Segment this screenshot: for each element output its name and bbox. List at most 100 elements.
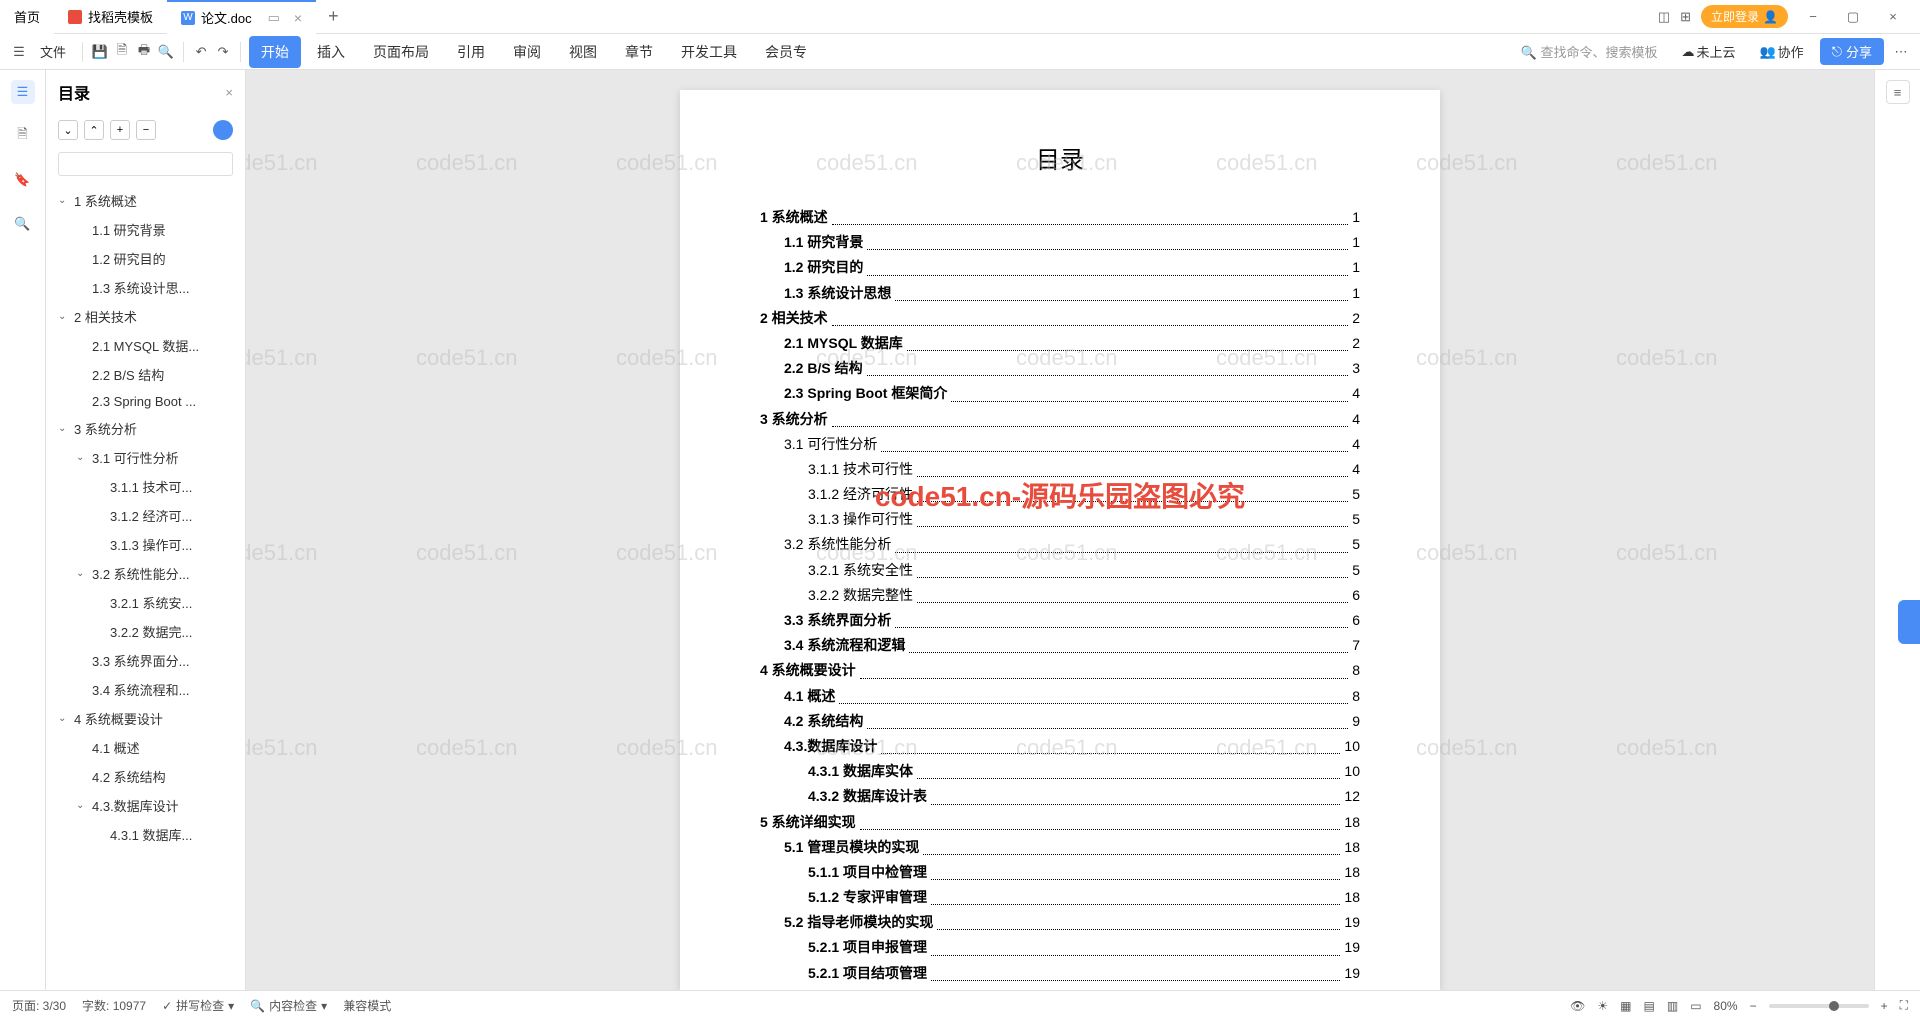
watermark: code51.cn [1616,345,1718,371]
menu-view[interactable]: 视图 [557,36,609,68]
word-count[interactable]: 字数: 10977 [82,997,146,1014]
toc-entry: 1 系统概述1 [760,205,1360,230]
tab-home[interactable]: 首页 [0,0,54,34]
collapse-all-icon[interactable]: ⌄ [58,120,78,140]
save-as-icon[interactable]: 🗎 [113,43,131,61]
outline-item[interactable]: ⌄1 系统概述 [46,186,245,215]
outline-item[interactable]: 2.2 B/S 结构 [46,360,245,389]
more-icon[interactable]: ⋯ [1892,43,1910,61]
toc-entry: 2.1 MYSQL 数据库2 [760,331,1360,356]
expand-all-icon[interactable]: ⌃ [84,120,104,140]
view-mode-icon[interactable]: 👁 [1570,999,1585,1013]
menu-icon[interactable]: ☰ [10,43,28,61]
outline-item[interactable]: 1.2 研究目的 [46,244,245,273]
menu-member[interactable]: 会员专 [753,36,819,68]
search-rail-icon[interactable]: 🔍 [11,212,35,236]
file-menu[interactable]: 文件 [32,38,74,65]
outline-item[interactable]: 4.3.1 数据库... [46,820,245,849]
tab-templates[interactable]: 找稻壳模板 [54,0,167,34]
menu-devtools[interactable]: 开发工具 [669,36,749,68]
outline-item[interactable]: 3.1.2 经济可... [46,501,245,530]
toc-entry: 3.3 系统界面分析6 [760,608,1360,633]
share-button[interactable]: ⎋ 分享 [1820,38,1884,65]
document-area[interactable]: 目录 1 系统概述11.1 研究背景11.2 研究目的11.3 系统设计思想12… [246,70,1874,990]
add-icon[interactable]: + [110,120,130,140]
toc-entry: 3.2.2 数据完整性6 [760,583,1360,608]
page-indicator[interactable]: 页面: 3/30 [12,997,66,1014]
outline-item[interactable]: 4.2 系统结构 [46,762,245,791]
close-window-button[interactable]: × [1878,2,1908,32]
layout-icon[interactable]: ◫ [1658,9,1670,25]
pages-icon[interactable]: 🗎 [11,124,35,148]
login-button[interactable]: 立即登录👤 [1701,5,1788,28]
split-icon[interactable]: ▭ [268,10,280,26]
new-tab-button[interactable]: + [316,6,351,27]
toc-entry: 3.2.1 系统安全性5 [760,558,1360,583]
collab-button[interactable]: 👥 协作 [1751,38,1811,65]
redo-icon[interactable]: ↷ [214,43,232,61]
outline-icon[interactable]: ☰ [11,80,35,104]
menu-start[interactable]: 开始 [249,36,301,68]
outline-item[interactable]: 1.1 研究背景 [46,215,245,244]
menu-chapter[interactable]: 章节 [613,36,665,68]
outline-item[interactable]: 3.1.1 技术可... [46,472,245,501]
watermark: code51.cn [246,150,318,176]
toc-entry: 5.2 指导老师模块的实现19 [760,910,1360,935]
outline-item[interactable]: ⌄3 系统分析 [46,414,245,443]
fullscreen-icon[interactable]: ⛶ [1900,998,1908,1013]
remove-icon[interactable]: − [136,120,156,140]
outline-item[interactable]: ⌄3.1 可行性分析 [46,443,245,472]
spell-check[interactable]: ✓ 拼写检查 ▾ [162,997,234,1014]
zoom-in-icon[interactable]: + [1881,999,1888,1013]
outline-item[interactable]: 4.1 概述 [46,733,245,762]
preview-icon[interactable]: 🔍 [157,43,175,61]
cloud-status[interactable]: ☁ 未上云 [1673,38,1743,65]
toc-entry: 2.2 B/S 结构3 [760,356,1360,381]
sync-icon[interactable] [213,120,233,140]
bookmark-icon[interactable]: 🔖 [11,168,35,192]
menu-review[interactable]: 审阅 [501,36,553,68]
menu-reference[interactable]: 引用 [445,36,497,68]
settings-icon[interactable]: ≡ [1886,80,1910,104]
close-icon[interactable]: × [294,10,302,26]
close-panel-icon[interactable]: × [225,85,233,100]
zoom-slider[interactable] [1769,1004,1869,1008]
layout3-icon[interactable]: ▥ [1667,999,1678,1013]
outline-item[interactable]: ⌄2 相关技术 [46,302,245,331]
outline-item[interactable]: ⌄4 系统概要设计 [46,704,245,733]
user-icon: 👤 [1763,10,1778,24]
zoom-value[interactable]: 80% [1714,999,1738,1013]
layout1-icon[interactable]: ▦ [1620,999,1631,1013]
command-search[interactable]: 🔍 查找命令、搜索模板 [1513,38,1666,65]
outline-item[interactable]: 2.3 Spring Boot ... [46,389,245,414]
toc-entry: 3.4 系统流程和逻辑7 [760,633,1360,658]
content-check[interactable]: 🔍 内容检查 ▾ [250,997,327,1014]
menu-insert[interactable]: 插入 [305,36,357,68]
outline-item[interactable]: 3.3 系统界面分... [46,646,245,675]
menu-layout[interactable]: 页面布局 [361,36,441,68]
watermark: code51.cn [416,150,518,176]
layout4-icon[interactable]: ▭ [1690,999,1701,1013]
minimize-button[interactable]: − [1798,2,1828,32]
outline-item[interactable]: 1.3 系统设计思... [46,273,245,302]
zoom-out-icon[interactable]: − [1750,999,1757,1013]
outline-search-input[interactable] [58,152,233,176]
print-icon[interactable]: 🖶 [135,43,153,61]
toc-entry: 1.3 系统设计思想1 [760,281,1360,306]
layout2-icon[interactable]: ▤ [1644,999,1655,1013]
maximize-button[interactable]: ▢ [1838,2,1868,32]
outline-item[interactable]: 3.4 系统流程和... [46,675,245,704]
save-icon[interactable]: 💾 [91,43,109,61]
outline-item[interactable]: 3.2.1 系统安... [46,588,245,617]
outline-item[interactable]: ⌄4.3.数据库设计 [46,791,245,820]
compat-mode[interactable]: 兼容模式 [343,997,391,1014]
outline-item[interactable]: ⌄3.2 系统性能分... [46,559,245,588]
outline-item[interactable]: 3.2.2 数据完... [46,617,245,646]
right-flyout-tab[interactable] [1898,600,1920,644]
apps-icon[interactable]: ⊞ [1680,9,1691,25]
tab-document[interactable]: W论文.doc▭× [167,0,316,34]
outline-item[interactable]: 3.1.3 操作可... [46,530,245,559]
outline-item[interactable]: 2.1 MYSQL 数据... [46,331,245,360]
read-mode-icon[interactable]: ☀ [1597,999,1608,1013]
undo-icon[interactable]: ↶ [192,43,210,61]
